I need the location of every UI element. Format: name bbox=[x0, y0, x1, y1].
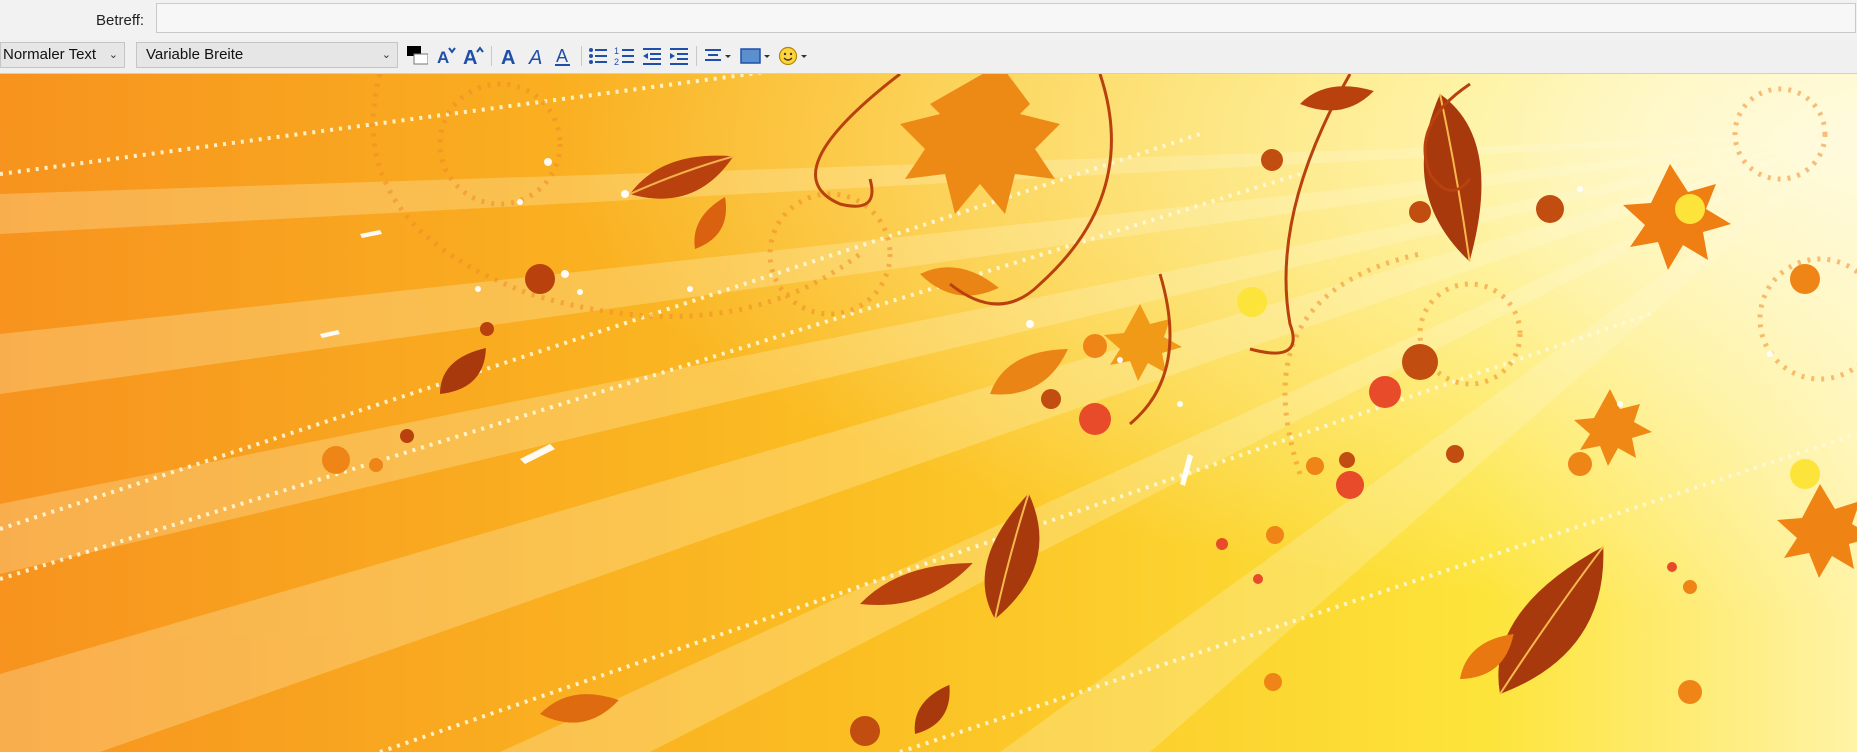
toolbar-separator bbox=[491, 46, 492, 66]
outdent-button[interactable] bbox=[640, 43, 664, 69]
subject-input[interactable] bbox=[156, 3, 1856, 33]
underline-button[interactable]: A bbox=[551, 43, 575, 69]
svg-text:1: 1 bbox=[614, 46, 619, 56]
align-button[interactable] bbox=[702, 43, 734, 69]
insert-image-button[interactable] bbox=[738, 43, 772, 69]
numbered-list-button[interactable]: 1 2 bbox=[613, 43, 637, 69]
formatting-toolbar: Normaler Text ⌄ Variable Breite ⌄ A A A … bbox=[0, 40, 1857, 74]
underline-icon: A bbox=[555, 46, 570, 66]
font-family-value: Variable Breite bbox=[146, 46, 244, 63]
text-color-button[interactable] bbox=[404, 43, 428, 69]
smaller-font-button[interactable]: A bbox=[434, 43, 458, 69]
svg-text:A: A bbox=[437, 48, 449, 67]
toolbar-separator bbox=[696, 46, 697, 66]
svg-text:A: A bbox=[528, 47, 542, 68]
bold-button[interactable]: A bbox=[497, 43, 521, 69]
indent-icon bbox=[670, 48, 688, 65]
bold-icon: A bbox=[501, 47, 515, 68]
paragraph-style-value: Normaler Text bbox=[3, 46, 97, 63]
indent-button[interactable] bbox=[667, 43, 691, 69]
larger-font-button[interactable]: A bbox=[462, 43, 486, 69]
subject-row: Betreff: bbox=[0, 0, 1857, 41]
outdent-icon bbox=[643, 48, 661, 65]
bullet-list-icon bbox=[589, 48, 607, 64]
subject-label: Betreff: bbox=[96, 12, 145, 29]
paragraph-style-select[interactable]: Normaler Text ⌄ bbox=[0, 42, 125, 68]
autumn-background bbox=[0, 74, 1857, 752]
italic-button[interactable]: A bbox=[524, 43, 548, 69]
font-family-select[interactable]: Variable Breite ⌄ bbox=[136, 42, 398, 68]
emoji-button[interactable] bbox=[776, 43, 810, 69]
insert-image-icon bbox=[740, 48, 770, 64]
emoji-icon bbox=[778, 46, 807, 66]
message-body[interactable] bbox=[0, 74, 1857, 752]
align-icon bbox=[705, 49, 731, 61]
smaller-font-icon: A bbox=[437, 47, 456, 67]
italic-icon: A bbox=[528, 47, 542, 68]
compose-window: Betreff: Normaler Text ⌄ Variable Breite… bbox=[0, 0, 1857, 752]
svg-text:2: 2 bbox=[614, 57, 619, 67]
chevron-down-icon: ⌄ bbox=[108, 49, 118, 61]
text-color-icon bbox=[407, 46, 428, 65]
chevron-down-icon: ⌄ bbox=[381, 49, 391, 61]
svg-text:A: A bbox=[463, 47, 477, 68]
svg-text:A: A bbox=[501, 47, 515, 68]
bullet-list-button[interactable] bbox=[586, 43, 610, 69]
toolbar-separator bbox=[581, 46, 582, 66]
svg-text:A: A bbox=[556, 46, 568, 66]
larger-font-icon: A bbox=[463, 46, 484, 68]
numbered-list-icon: 1 2 bbox=[614, 46, 634, 67]
